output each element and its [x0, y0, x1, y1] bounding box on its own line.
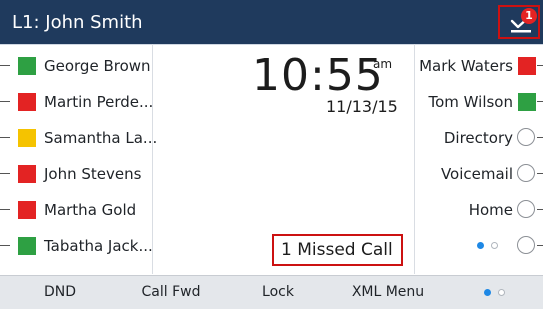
- line-key-label: Tabatha Jack...: [44, 237, 153, 255]
- left-line-keys: George Brown Martin Perde... Samantha La…: [0, 48, 157, 264]
- key-tick: [537, 173, 543, 174]
- softkey-xml-menu[interactable]: XML Menu: [338, 276, 438, 309]
- softkey-dnd[interactable]: DND: [30, 276, 90, 309]
- page-dot-active: [477, 242, 484, 249]
- missed-call-badge: 1: [521, 8, 537, 24]
- phone-home-screen: L1: John Smith 1 George Brown Martin Per…: [0, 0, 543, 309]
- status-bar: L1: John Smith 1: [0, 0, 543, 45]
- key-tick: [0, 173, 10, 174]
- page-dot-active: [484, 289, 491, 296]
- line-key-home[interactable]: Home: [414, 192, 543, 228]
- key-tick: [537, 65, 543, 66]
- presence-icon: [18, 237, 36, 255]
- presence-icon: [18, 93, 36, 111]
- line-key-next-page[interactable]: [414, 228, 543, 264]
- line-key-label: Samantha La...: [44, 129, 158, 147]
- softkey-lock[interactable]: Lock: [250, 276, 306, 309]
- clock-time: 10:55: [252, 50, 384, 101]
- presence-icon: [518, 57, 536, 75]
- line-key-directory[interactable]: Directory: [414, 120, 543, 156]
- key-tick: [537, 245, 543, 246]
- presence-icon: [518, 93, 536, 111]
- line-key-label: Mark Waters: [419, 57, 513, 75]
- page-dot-inactive: [498, 289, 505, 296]
- missed-call-notification[interactable]: 1 Missed Call: [272, 234, 403, 266]
- circle-icon: [517, 128, 535, 146]
- line-key-page-indicator: [475, 242, 505, 250]
- key-tick: [0, 101, 10, 102]
- presence-icon: [18, 57, 36, 75]
- softkey-bar: DND Call Fwd Lock XML Menu: [0, 275, 543, 309]
- softkey-call-fwd[interactable]: Call Fwd: [128, 276, 214, 309]
- circle-icon: [517, 164, 535, 182]
- right-line-keys: Mark Waters Tom Wilson Directory Voicema…: [414, 48, 543, 264]
- line-key-john-stevens[interactable]: John Stevens: [0, 156, 152, 192]
- page-dot-inactive: [491, 242, 498, 249]
- key-tick: [537, 101, 543, 102]
- line-key-martha-gold[interactable]: Martha Gold: [0, 192, 152, 228]
- line-key-samantha-la[interactable]: Samantha La...: [0, 120, 157, 156]
- key-tick: [0, 65, 10, 66]
- line-key-label: Tom Wilson: [428, 93, 513, 111]
- line-key-label: Voicemail: [440, 165, 513, 183]
- line-key-label: John Stevens: [44, 165, 142, 183]
- clock-date: 11/13/15: [326, 97, 398, 116]
- key-tick: [0, 137, 10, 138]
- line-key-martin-perde[interactable]: Martin Perde...: [0, 84, 154, 120]
- presence-icon: [18, 129, 36, 147]
- circle-icon: [517, 236, 535, 254]
- line-key-label: Martha Gold: [44, 201, 137, 219]
- presence-icon: [18, 165, 36, 183]
- key-tick: [0, 245, 10, 246]
- line-key-tabatha-jack[interactable]: Tabatha Jack...: [0, 228, 153, 264]
- line-key-mark-waters[interactable]: Mark Waters: [414, 48, 543, 84]
- line-key-george-brown[interactable]: George Brown: [0, 48, 152, 84]
- circle-icon: [517, 200, 535, 218]
- key-tick: [0, 209, 10, 210]
- presence-icon: [18, 201, 36, 219]
- line-key-label: Home: [468, 201, 513, 219]
- missed-call-indicator[interactable]: 1: [498, 5, 540, 39]
- key-tick: [537, 137, 543, 138]
- line-key-label: George Brown: [44, 57, 151, 75]
- line-key-label: Martin Perde...: [44, 93, 154, 111]
- line-key-voicemail[interactable]: Voicemail: [414, 156, 543, 192]
- line-key-tom-wilson[interactable]: Tom Wilson: [414, 84, 543, 120]
- line-label: L1: John Smith: [12, 12, 143, 33]
- clock-ampm: am: [373, 57, 393, 71]
- softkey-page-indicator[interactable]: [482, 289, 512, 297]
- key-tick: [537, 209, 543, 210]
- line-key-label: Directory: [443, 129, 513, 147]
